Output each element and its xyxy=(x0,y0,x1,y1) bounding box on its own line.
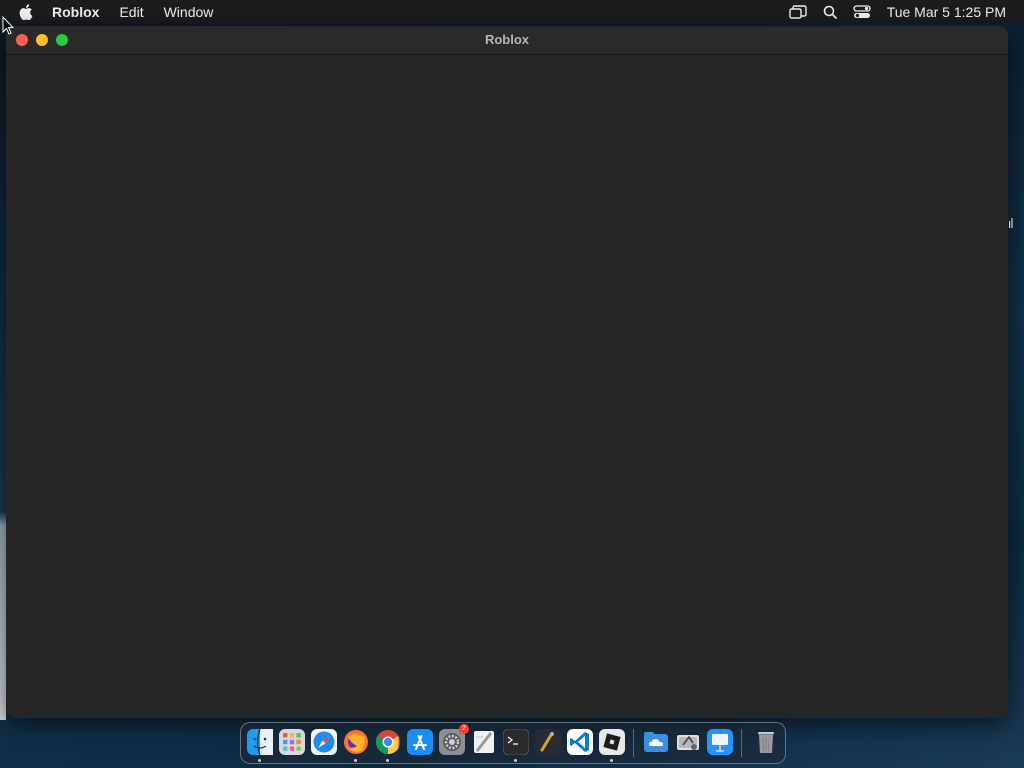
trash-icon[interactable] xyxy=(753,729,779,755)
firefox-icon[interactable] xyxy=(343,729,369,755)
window-titlebar[interactable]: Roblox xyxy=(6,26,1008,55)
menu-clock[interactable]: Tue Mar 5 1:25 PM xyxy=(887,4,1006,20)
script-editor-icon[interactable] xyxy=(471,729,497,755)
window-content[interactable] xyxy=(6,55,1008,718)
finder-icon[interactable] xyxy=(247,728,273,756)
menu-edit[interactable]: Edit xyxy=(119,4,143,20)
roblox-window: Roblox xyxy=(6,26,1008,718)
menu-window[interactable]: Window xyxy=(164,4,214,20)
chrome-icon[interactable] xyxy=(375,729,401,755)
finder-running-indicator xyxy=(258,759,261,762)
system-settings-icon[interactable]: 2 xyxy=(439,724,469,755)
cloud-folder-icon[interactable] xyxy=(643,729,669,755)
dock-separator xyxy=(633,729,634,757)
spotlight-search-icon[interactable] xyxy=(823,5,837,19)
mouse-cursor-icon xyxy=(2,16,14,35)
safari-icon[interactable] xyxy=(311,729,337,755)
keynote-icon[interactable] xyxy=(707,729,733,755)
window-title: Roblox xyxy=(484,32,530,47)
dock-separator-2 xyxy=(741,729,742,757)
launchpad-icon[interactable] xyxy=(279,729,305,755)
terminal-running-indicator xyxy=(514,759,517,762)
apple-menu-icon[interactable] xyxy=(18,4,34,20)
menu-bar: Roblox Edit Window Tue Mar 5 1:25 PM xyxy=(0,0,1024,24)
chrome-running-indicator xyxy=(386,759,389,762)
instruments-icon[interactable] xyxy=(535,729,561,755)
control-center-icon[interactable] xyxy=(853,5,871,19)
vscode-icon[interactable] xyxy=(567,729,593,755)
screen-mirroring-icon[interactable] xyxy=(788,5,807,19)
roblox-icon[interactable] xyxy=(599,729,625,755)
app-store-icon[interactable] xyxy=(407,729,433,755)
terminal-icon[interactable] xyxy=(502,728,530,756)
disk-utility-icon[interactable] xyxy=(675,729,701,755)
dock: 2 xyxy=(240,722,786,764)
desktop-widget-icon xyxy=(1009,218,1013,228)
menu-app-name[interactable]: Roblox xyxy=(52,4,99,20)
firefox-running-indicator xyxy=(354,759,357,762)
roblox-running-indicator xyxy=(610,759,613,762)
notification-badge: 2 xyxy=(459,724,469,734)
